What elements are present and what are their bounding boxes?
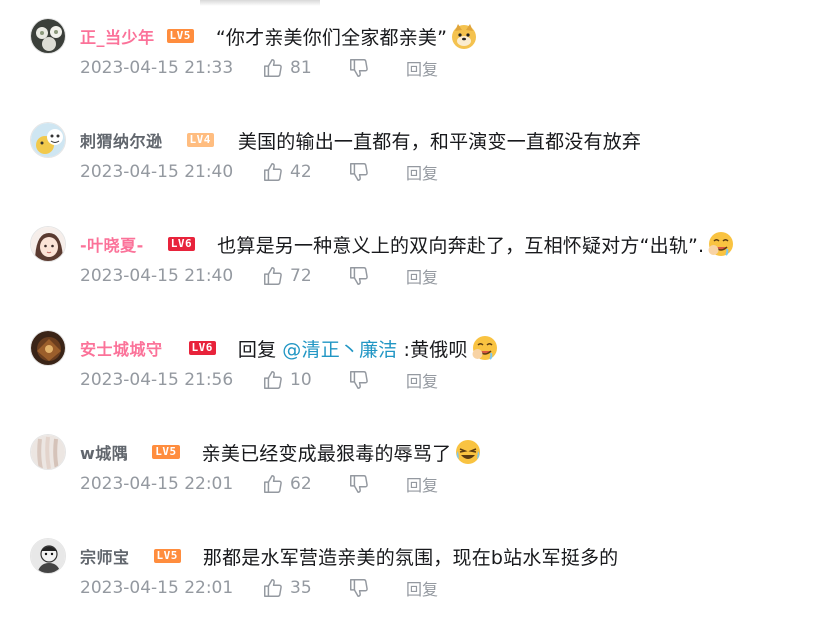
like-count: 72 — [290, 266, 312, 286]
previous-comment-edge — [200, 0, 320, 6]
thumbs-down-icon — [350, 579, 368, 597]
like-count: 62 — [290, 474, 312, 494]
username[interactable]: -叶晓夏- — [80, 232, 144, 256]
dislike-button[interactable] — [348, 577, 370, 599]
like-count: 35 — [290, 578, 312, 598]
comment-body: “你才亲美你们全家都亲美” — [215, 26, 448, 49]
reply-button[interactable]: 回复 — [406, 56, 438, 80]
like-button[interactable]: 72 — [262, 265, 340, 287]
avatar[interactable] — [30, 226, 66, 262]
level-badge: LV5 — [153, 549, 181, 563]
laugh-cry-emoji-icon — [454, 438, 482, 466]
comment-body: :黄俄呗 — [403, 338, 468, 361]
doge-emoji-icon — [450, 22, 478, 50]
like-button[interactable]: 62 — [262, 473, 340, 495]
comment-body: 那都是水军营造亲美的氛围，现在b站水军挺多的 — [202, 546, 619, 569]
dislike-button[interactable] — [348, 161, 370, 183]
thumbs-down-icon — [350, 163, 368, 181]
thumbs-up-icon — [264, 475, 282, 493]
comment-text: 美国的输出一直都有，和平演变一直都没有放弃 — [238, 127, 641, 154]
avatar[interactable] — [30, 538, 66, 574]
username[interactable]: w城隅 — [80, 440, 128, 464]
level-badge: LV6 — [167, 237, 196, 251]
thumbs-up-icon — [264, 59, 282, 77]
like-button[interactable]: 42 — [262, 161, 340, 183]
comment-body: 也算是另一种意义上的双向奔赴了，互相怀疑对方“出轨”. — [217, 234, 705, 257]
timestamp: 2023-04-15 22:01 — [80, 474, 234, 494]
drool-emoji-icon — [471, 334, 499, 362]
comment-text: 亲美已经变成最狠毒的辱骂了 — [202, 438, 483, 466]
comment-item: 安士城城守 LV6 回复 @清正丶廉洁 :黄俄呗 2023-04-15 21:5… — [0, 330, 828, 436]
comment-item: 刺猬纳尔逊 LV4 美国的输出一直都有，和平演变一直都没有放弃 2023-04-… — [0, 122, 828, 228]
avatar[interactable] — [30, 18, 66, 54]
comment-item: 宗师宝 LV5 那都是水军营造亲美的氛围，现在b站水军挺多的 2023-04-1… — [0, 538, 828, 644]
level-badge: LV5 — [166, 29, 194, 43]
reply-button[interactable]: 回复 — [406, 472, 438, 496]
mention-link[interactable]: @清正丶廉洁 — [282, 335, 397, 362]
drool-emoji-icon — [707, 230, 735, 258]
level-badge: LV4 — [186, 133, 214, 147]
thumbs-up-icon — [264, 579, 282, 597]
timestamp: 2023-04-15 21:56 — [80, 370, 234, 390]
like-count: 10 — [290, 370, 312, 390]
comment-text: “你才亲美你们全家都亲美” — [216, 22, 478, 50]
thumbs-up-icon — [264, 267, 282, 285]
username[interactable]: 正_当少年 — [80, 24, 155, 48]
reply-button[interactable]: 回复 — [406, 576, 438, 600]
thumbs-down-icon — [350, 267, 368, 285]
reply-button[interactable]: 回复 — [406, 368, 438, 392]
comment-item: w城隅 LV5 亲美已经变成最狠毒的辱骂了 2023-04-15 22:01 6… — [0, 434, 828, 540]
dislike-button[interactable] — [348, 265, 370, 287]
username[interactable]: 宗师宝 — [80, 544, 130, 568]
timestamp: 2023-04-15 21:33 — [80, 58, 234, 78]
like-button[interactable]: 35 — [262, 577, 340, 599]
comment-item: -叶晓夏- LV6 也算是另一种意义上的双向奔赴了，互相怀疑对方“出轨”. 20… — [0, 226, 828, 332]
like-button[interactable]: 10 — [262, 369, 340, 391]
comment-item: 正_当少年 LV5 “你才亲美你们全家都亲美” 2023-04-15 21:33… — [0, 18, 828, 124]
dislike-button[interactable] — [348, 57, 370, 79]
avatar[interactable] — [30, 434, 66, 470]
comment-text: 那都是水军营造亲美的氛围，现在b站水军挺多的 — [203, 543, 618, 570]
like-count: 42 — [290, 162, 312, 182]
thumbs-down-icon — [350, 475, 368, 493]
thumbs-up-icon — [264, 163, 282, 181]
timestamp: 2023-04-15 21:40 — [80, 162, 234, 182]
like-count: 81 — [290, 58, 312, 78]
comment-text: 也算是另一种意义上的双向奔赴了，互相怀疑对方“出轨”. — [217, 230, 735, 258]
level-badge: LV5 — [152, 445, 180, 459]
timestamp: 2023-04-15 21:40 — [80, 266, 234, 286]
username[interactable]: 刺猬纳尔逊 — [80, 128, 163, 152]
dislike-button[interactable] — [348, 369, 370, 391]
thumbs-down-icon — [350, 59, 368, 77]
username[interactable]: 安士城城守 — [80, 336, 163, 360]
thumbs-down-icon — [350, 371, 368, 389]
like-button[interactable]: 81 — [262, 57, 340, 79]
comment-body: 美国的输出一直都有，和平演变一直都没有放弃 — [237, 130, 642, 153]
avatar[interactable] — [30, 330, 66, 366]
avatar[interactable] — [30, 122, 66, 158]
comment-body: 亲美已经变成最狠毒的辱骂了 — [201, 442, 452, 465]
reply-prefix: 回复 — [237, 338, 277, 361]
reply-button[interactable]: 回复 — [406, 160, 438, 184]
reply-button[interactable]: 回复 — [406, 264, 438, 288]
thumbs-up-icon — [264, 371, 282, 389]
level-badge: LV6 — [188, 341, 216, 355]
timestamp: 2023-04-15 22:01 — [80, 578, 234, 598]
comment-text: 回复 @清正丶廉洁 :黄俄呗 — [238, 334, 499, 362]
dislike-button[interactable] — [348, 473, 370, 495]
